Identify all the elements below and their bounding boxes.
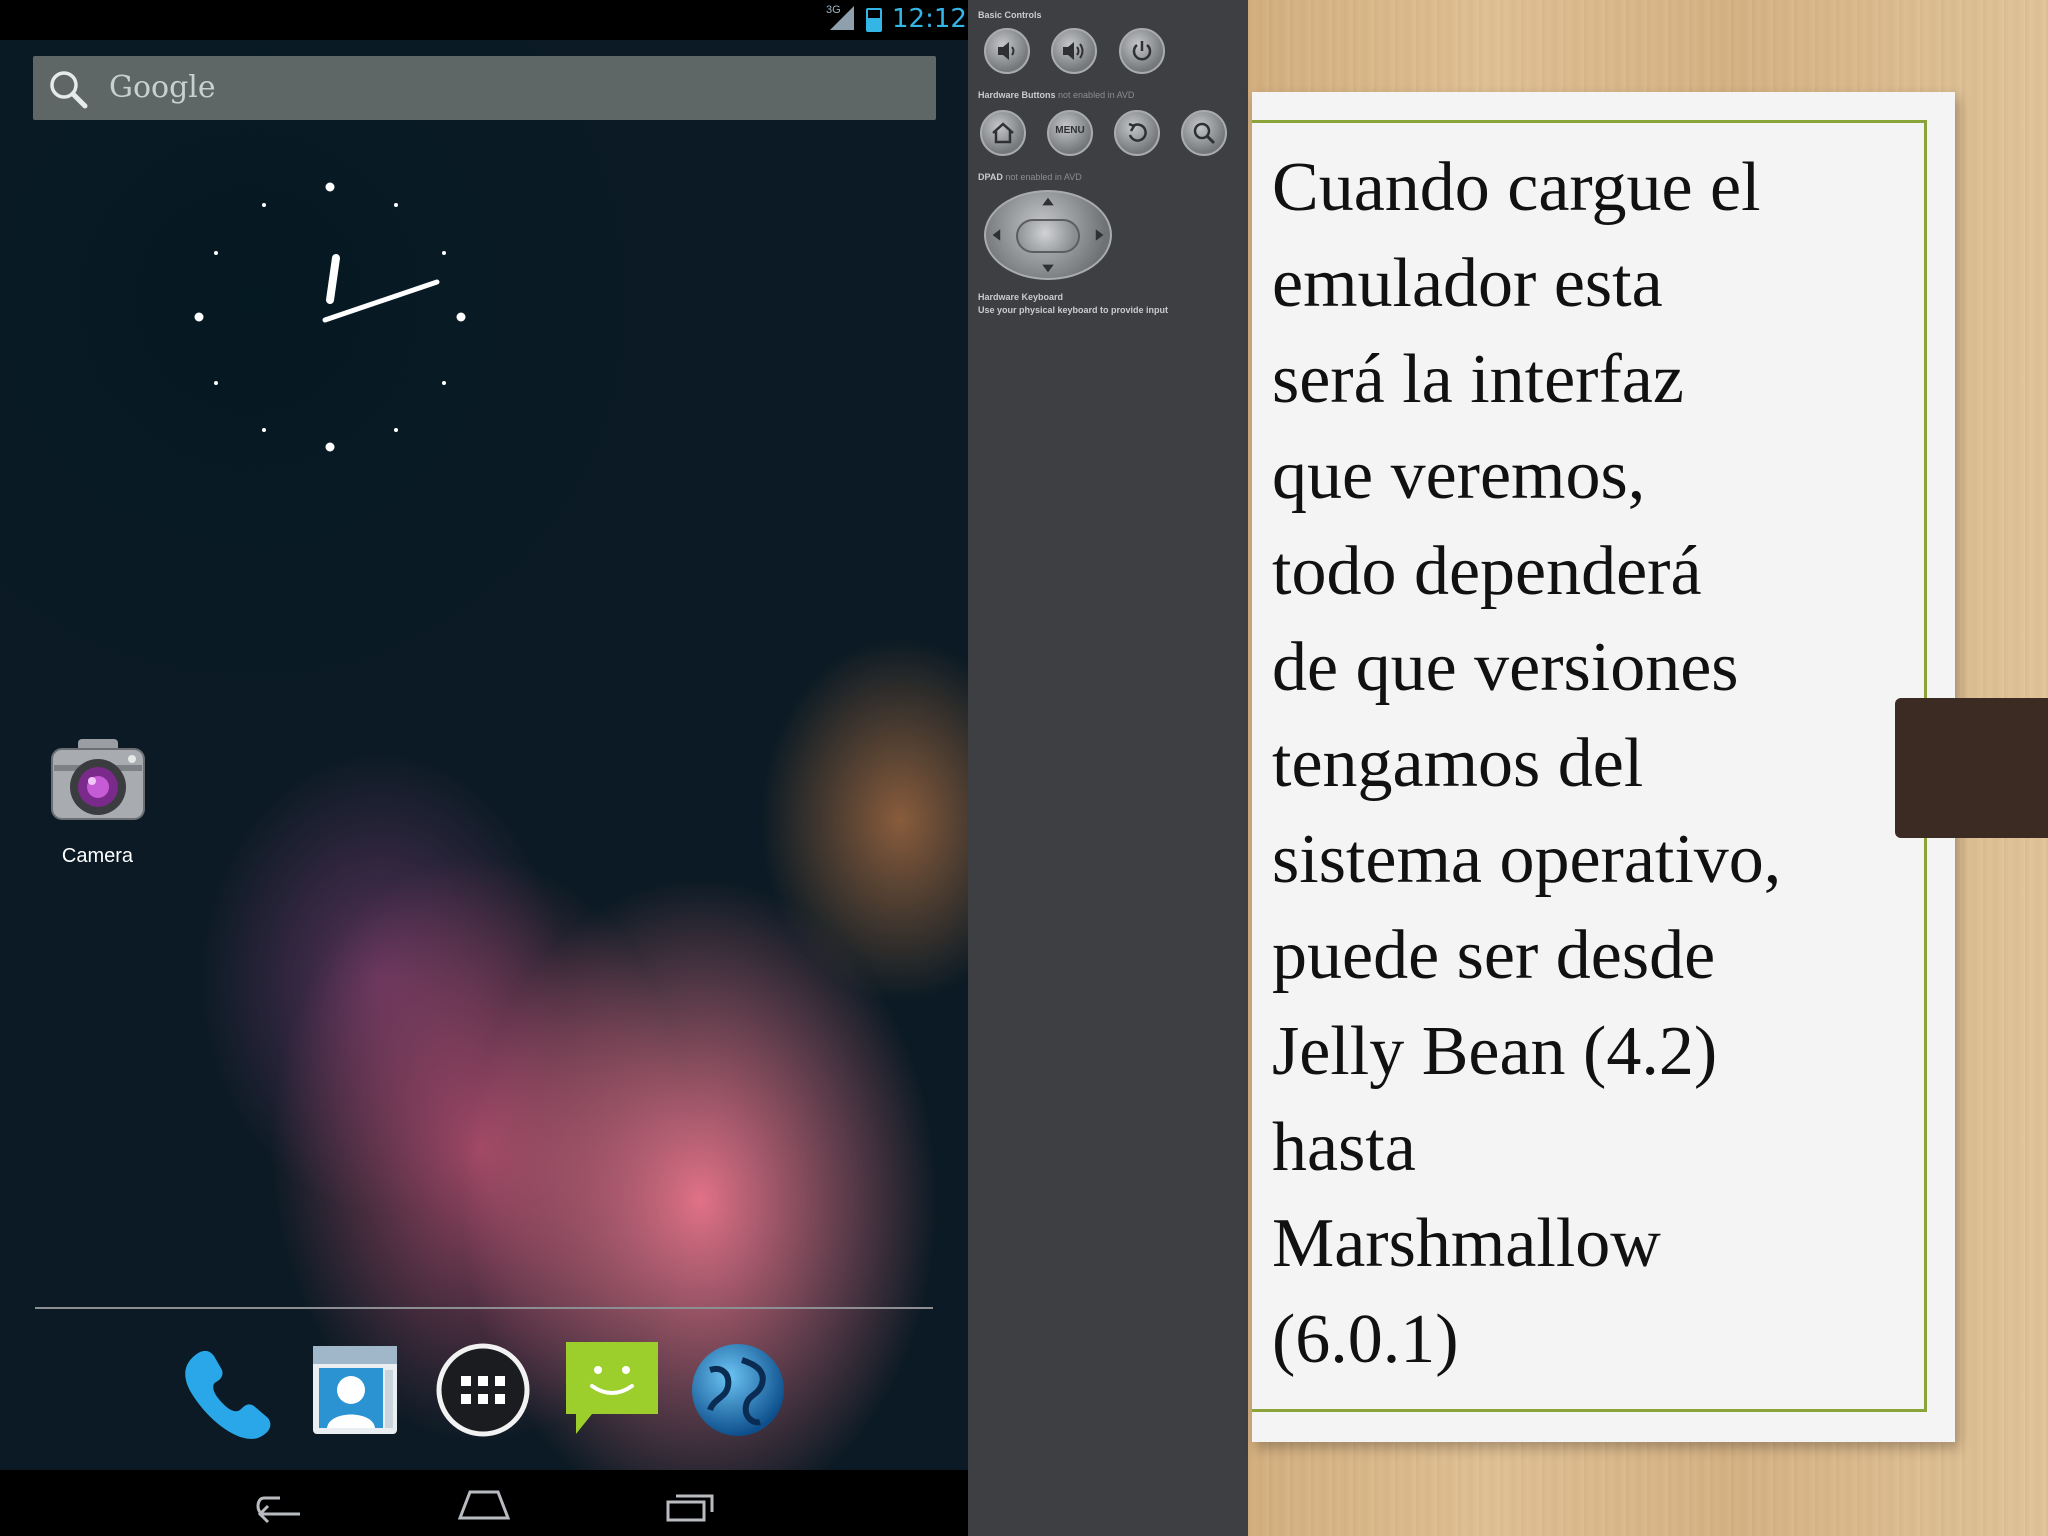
search-icon — [50, 71, 88, 109]
app-drawer-icon — [436, 1343, 530, 1437]
volume-up-icon — [1063, 42, 1084, 60]
hardware-home-button[interactable] — [980, 110, 1026, 156]
slide-line: (6.0.1) — [1272, 1301, 1459, 1378]
dock-divider — [35, 1307, 933, 1309]
slide-line: hasta — [1272, 1109, 1416, 1186]
signal-icon — [830, 6, 854, 30]
volume-up-button[interactable] — [1051, 28, 1097, 74]
dpad-center-button[interactable] — [1016, 219, 1080, 253]
phone-app[interactable] — [178, 1340, 278, 1440]
hardware-menu-button[interactable]: MENU — [1047, 110, 1093, 156]
status-time: 12:12 — [892, 4, 967, 34]
hardware-keyboard-note: Use your physical keyboard to provide in… — [978, 305, 1169, 315]
hardware-keyboard-label: Hardware Keyboard — [978, 292, 1064, 302]
analog-clock-widget[interactable] — [180, 170, 480, 470]
hardware-back-button[interactable] — [1114, 110, 1160, 156]
dpad-control[interactable] — [984, 190, 1112, 280]
volume-down-button[interactable] — [984, 28, 1030, 74]
slide-line: que veremos, — [1272, 437, 1646, 514]
menu-label: MENU — [1055, 125, 1085, 136]
contacts-icon — [313, 1346, 397, 1434]
emulator-controls-panel: Basic Controls Hardware Buttons not enab… — [968, 0, 1248, 1536]
dpad-title: DPAD — [978, 172, 1003, 182]
battery-icon — [866, 8, 882, 32]
messaging-app[interactable] — [562, 1340, 662, 1440]
volume-down-icon — [998, 42, 1015, 60]
recent-apps-icon[interactable] — [660, 1480, 720, 1526]
slide-line: tengamos del — [1272, 725, 1644, 802]
slide-line: de que versiones — [1272, 629, 1739, 706]
slide-line: puede ser desde — [1272, 917, 1716, 994]
browser-icon — [692, 1344, 784, 1436]
slide-line: Marshmallow — [1272, 1205, 1661, 1282]
slide-tab-marker — [1895, 698, 2048, 838]
app-drawer-button[interactable] — [433, 1340, 533, 1440]
dpad-label: DPAD not enabled in AVD — [978, 172, 1082, 182]
basic-controls-label: Basic Controls — [978, 10, 1042, 20]
hardware-buttons-note: not enabled in AVD — [1058, 90, 1135, 100]
hardware-buttons-title: Hardware Buttons — [978, 90, 1056, 100]
power-icon — [1132, 41, 1152, 61]
search-placeholder: Google — [109, 70, 216, 105]
hardware-buttons-label: Hardware Buttons not enabled in AVD — [978, 90, 1134, 100]
power-button[interactable] — [1119, 28, 1165, 74]
back-icon — [1128, 122, 1147, 142]
slide-line: será la interfaz — [1272, 341, 1684, 418]
contacts-app[interactable] — [305, 1340, 405, 1440]
navigation-bar — [0, 1470, 968, 1536]
browser-app[interactable] — [688, 1340, 788, 1440]
camera-icon — [50, 739, 145, 820]
hardware-search-button[interactable] — [1181, 110, 1227, 156]
search-icon — [1193, 122, 1216, 145]
home-icon — [992, 122, 1014, 144]
back-icon[interactable] — [250, 1480, 310, 1526]
google-search-bar[interactable]: Google — [33, 56, 936, 120]
slide-line: emulador esta — [1272, 245, 1663, 322]
slide-body-text: Cuando cargue el emulador esta será la i… — [1272, 140, 1892, 1388]
messaging-icon — [566, 1342, 658, 1434]
phone-icon — [185, 1350, 271, 1439]
slide-line: todo dependerá — [1272, 533, 1702, 610]
dpad-note: not enabled in AVD — [1005, 172, 1082, 182]
camera-label: Camera — [61, 845, 134, 867]
android-emulator-screen: 3G 12:12 Google Camera — [0, 0, 968, 1536]
slide-line: Cuando cargue el — [1272, 149, 1761, 226]
status-bar: 3G 12:12 — [0, 0, 968, 40]
camera-app-shortcut[interactable]: Camera — [40, 735, 155, 868]
slide-line: sistema operativo, — [1272, 821, 1782, 898]
home-icon[interactable] — [454, 1480, 514, 1526]
slide-line: Jelly Bean (4.2) — [1272, 1013, 1718, 1090]
